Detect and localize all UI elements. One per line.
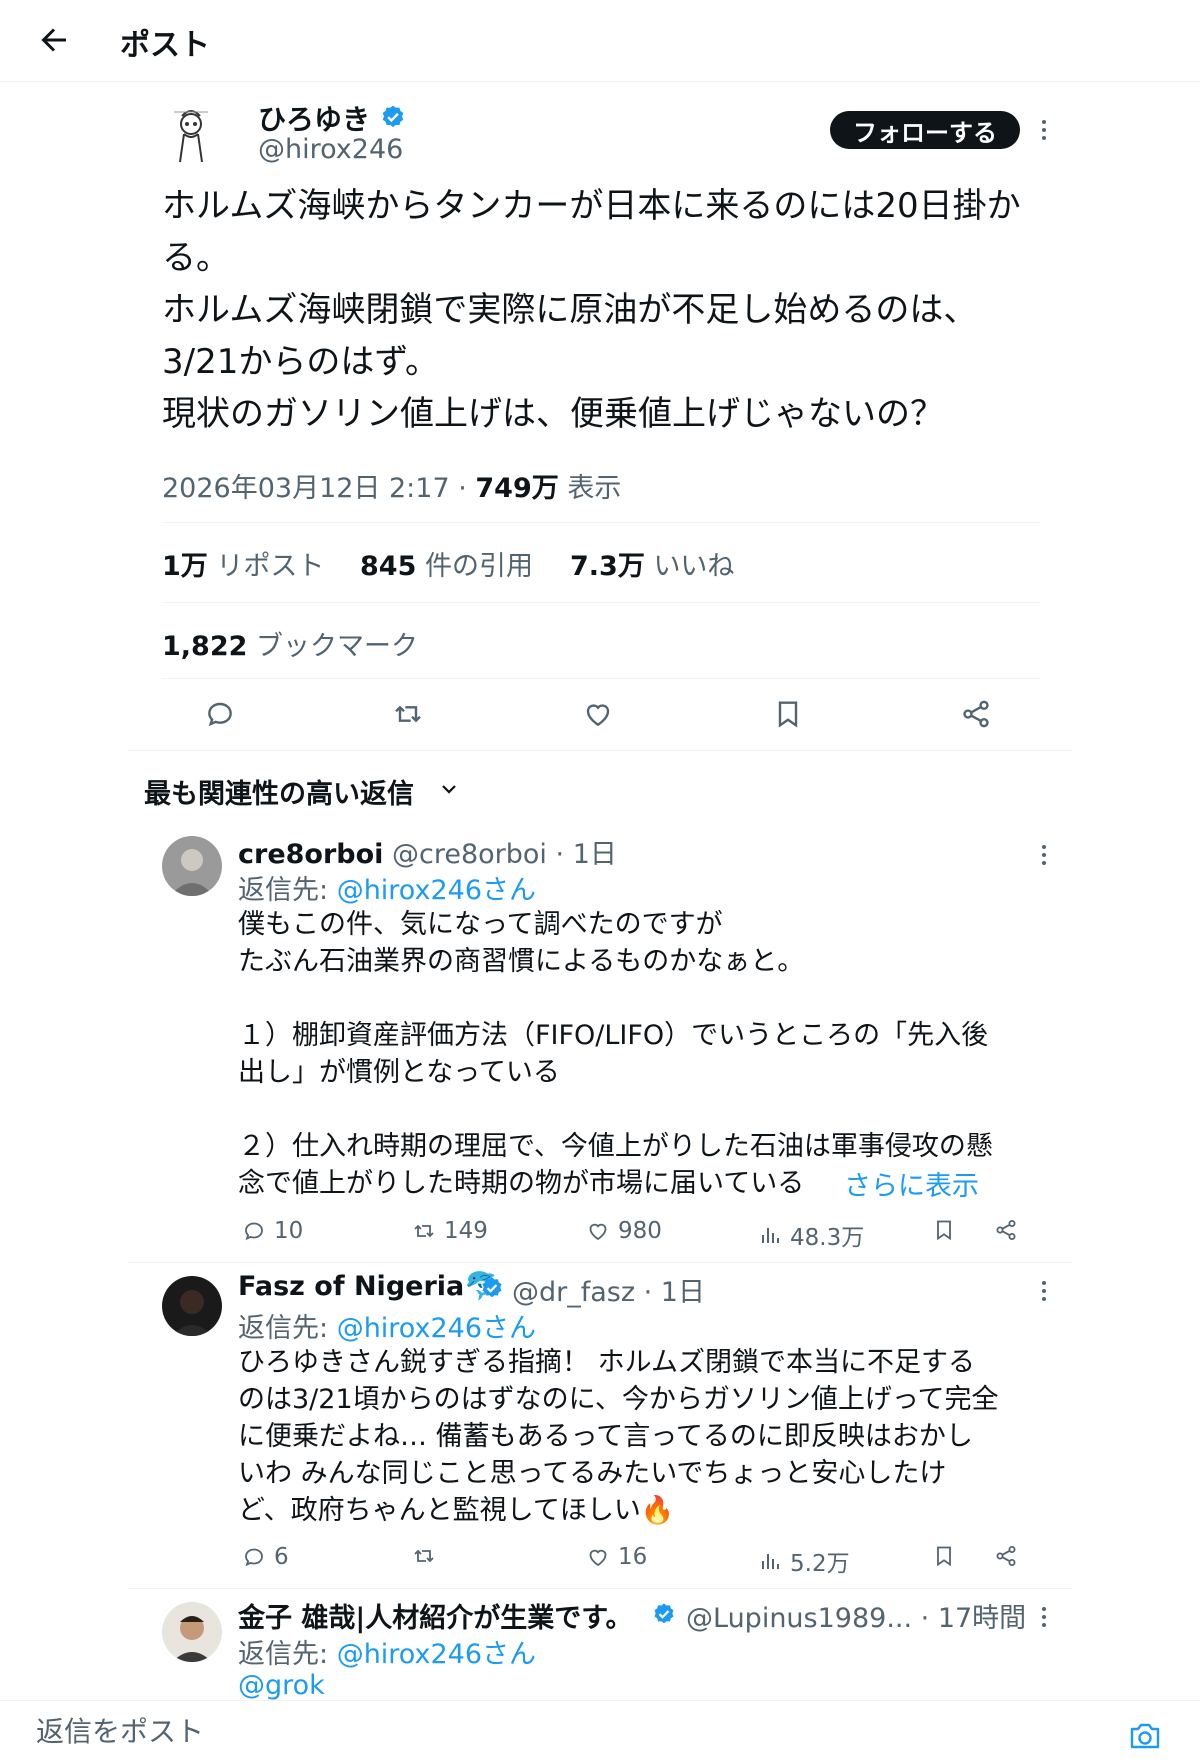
views-action[interactable]: 48.3万 (758, 1218, 864, 1252)
page-title: ポスト (120, 28, 210, 63)
views-label: 表示 (567, 473, 622, 504)
reply-to-mention[interactable]: @hirox246さん (337, 875, 536, 906)
share-icon[interactable] (960, 698, 992, 730)
divider (128, 1262, 1072, 1263)
reply-action[interactable]: 10 (242, 1218, 303, 1244)
repost-icon (414, 1549, 434, 1563)
reply-header: 金子 雄哉|人材紹介が生業です。 (238, 1596, 633, 1635)
reply-author-name[interactable]: 金子 雄哉|人材紹介が生業です。 (238, 1603, 633, 1634)
author-handle[interactable]: @hirox246 (258, 134, 403, 165)
divider (128, 1588, 1072, 1589)
repost-icon[interactable] (392, 698, 424, 730)
like-icon (589, 1549, 607, 1567)
reply-to-line: 返信先: @hirox246さん (238, 1639, 537, 1670)
reply-author-name[interactable]: cre8orboi (238, 839, 383, 870)
avatar[interactable] (162, 1276, 222, 1336)
reply-text: 僕もこの件、気になって調べたのですが たぶん石油業界の商習慣によるものかなぁと。… (238, 909, 993, 1199)
views-icon (762, 1554, 779, 1569)
post-text: ホルムズ海峡からタンカーが日本に来るのには20日掛か る。 ホルムズ海峡閉鎖で実… (162, 186, 1021, 434)
like-icon[interactable] (582, 698, 614, 730)
back-arrow-icon[interactable] (36, 22, 72, 58)
camera-icon[interactable] (1128, 1720, 1162, 1752)
post-meta: 2026年03月12日 2:17 · 749万 表示 (162, 473, 622, 504)
reply-header: Fasz of Nigeria🐬 (238, 1270, 498, 1302)
views-count: 749万 (475, 473, 559, 504)
reply-to-line: 返信先: @hirox246さん (238, 875, 537, 906)
reply-text: ひろゆきさん鋭すぎる指摘！ ホルムズ閉鎖で本当に不足する のは3/21頃からのは… (238, 1347, 999, 1526)
chevron-down-icon[interactable] (440, 780, 458, 798)
divider (162, 678, 1040, 679)
divider (162, 522, 1040, 523)
repost-action[interactable] (412, 1544, 436, 1568)
reply-author-handle[interactable]: @Lupinus1989... (686, 1603, 912, 1634)
views-icon (762, 1228, 779, 1243)
reply-time[interactable]: 17時間 (938, 1603, 1026, 1634)
reply-to-mention[interactable]: @hirox246さん (337, 1639, 536, 1670)
verified-badge-icon (480, 1276, 504, 1300)
views-action[interactable]: 5.2万 (758, 1544, 850, 1578)
more-options-icon[interactable] (1036, 116, 1052, 144)
reply-icon[interactable] (204, 698, 236, 730)
bookmark-icon[interactable] (932, 1218, 956, 1242)
bookmark-icon[interactable] (932, 1544, 956, 1568)
show-more-link[interactable]: さらに表示 (844, 1164, 979, 1203)
reply-time[interactable]: 1日 (661, 1277, 705, 1308)
reply-author-handle[interactable]: @dr_fasz (512, 1277, 635, 1308)
like-icon (589, 1223, 607, 1241)
reply-time[interactable]: 1日 (573, 839, 617, 870)
verified-badge-icon (380, 104, 406, 130)
reply-icon (245, 1222, 263, 1241)
like-action[interactable]: 16 (586, 1544, 647, 1570)
likes-stat[interactable]: 7.3万 いいね (570, 544, 734, 583)
share-icon[interactable] (994, 1218, 1018, 1242)
reply-to-mention[interactable]: @hirox246さん (337, 1313, 536, 1344)
divider (128, 750, 1072, 751)
post-timestamp[interactable]: 2026年03月12日 2:17 (162, 473, 450, 504)
reply-action[interactable]: 6 (242, 1544, 289, 1570)
verified-badge-icon (652, 1602, 676, 1626)
avatar[interactable] (162, 836, 222, 896)
reply-input[interactable]: 返信をポスト (36, 1710, 204, 1750)
bookmarks-stat[interactable]: 1,822 ブックマーク (162, 624, 418, 663)
avatar[interactable] (162, 1602, 222, 1662)
reply-icon (245, 1548, 263, 1567)
repost-icon (414, 1224, 434, 1238)
reply-author-handle[interactable]: @cre8orboi (392, 839, 547, 870)
reply-header: cre8orboi @cre8orboi · 1日 (238, 839, 617, 870)
quotes-stat[interactable]: 845 件の引用 (360, 544, 533, 583)
author-name[interactable]: ひろゆき (258, 98, 370, 138)
more-options-icon[interactable] (1036, 842, 1052, 868)
reply-meta: @Lupinus1989... · 17時間 (686, 1603, 1027, 1634)
reply-meta: @dr_fasz · 1日 (512, 1277, 705, 1308)
share-icon[interactable] (994, 1544, 1018, 1568)
more-options-icon[interactable] (1036, 1604, 1052, 1630)
reply-author-name[interactable]: Fasz of Nigeria (238, 1271, 464, 1302)
reply-text[interactable]: @grok (238, 1670, 325, 1701)
reposts-stat[interactable]: 1万 リポスト (162, 544, 324, 583)
more-options-icon[interactable] (1036, 1278, 1052, 1304)
divider (162, 602, 1040, 603)
like-action[interactable]: 980 (586, 1218, 662, 1244)
reply-sort-label[interactable]: 最も関連性の高い返信 (144, 772, 414, 811)
author-avatar[interactable] (160, 104, 222, 166)
bookmark-icon[interactable] (772, 698, 804, 730)
reply-to-line: 返信先: @hirox246さん (238, 1313, 537, 1344)
follow-button[interactable]: フォローする (830, 111, 1020, 149)
repost-action[interactable]: 149 (412, 1218, 488, 1244)
